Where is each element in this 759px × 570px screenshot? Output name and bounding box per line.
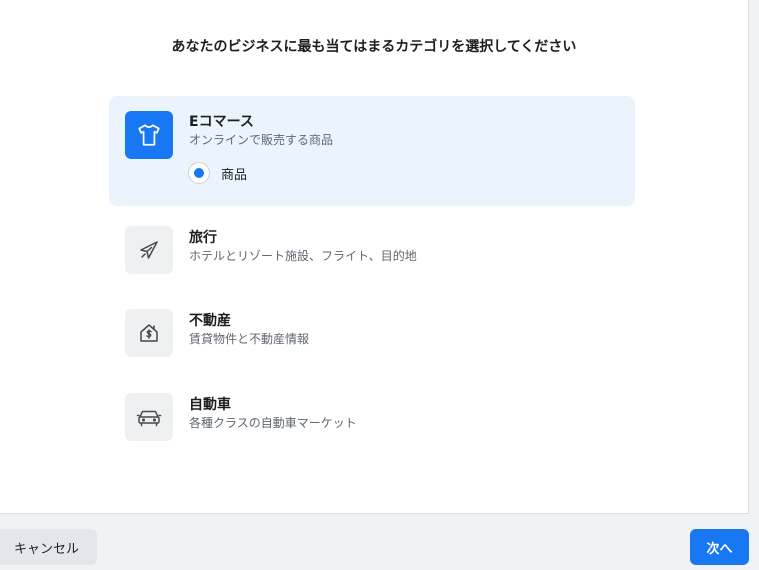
dialog-title: あなたのビジネスに最も当てはまるカテゴリを選択してください	[171, 39, 577, 55]
category-option-travel[interactable]: 旅行 ホテルとリゾート施設、フライト、目的地	[109, 222, 635, 278]
radio-selected-dot	[194, 168, 204, 178]
option-title: 旅行	[189, 230, 217, 246]
car-icon	[125, 393, 173, 441]
option-title: Eコマース	[189, 114, 254, 130]
category-dialog: あなたのビジネスに最も当てはまるカテゴリを選択してください Eコマース オンライ…	[0, 0, 749, 514]
category-option-real-estate[interactable]: 不動産 賃貸物件と不動産情報	[109, 305, 635, 361]
radio-label: 商品	[221, 167, 248, 183]
house-dollar-icon	[125, 309, 173, 357]
option-description: 賃貸物件と不動産情報	[189, 332, 310, 346]
airplane-icon	[125, 226, 173, 274]
t-shirt-icon	[125, 111, 173, 159]
option-description: 各種クラスの自動車マーケット	[189, 416, 357, 430]
category-option-automotive[interactable]: 自動車 各種クラスの自動車マーケット	[109, 389, 635, 445]
option-description: ホテルとリゾート施設、フライト、目的地	[189, 249, 417, 263]
category-option-ecommerce[interactable]: Eコマース オンラインで販売する商品 商品	[109, 96, 635, 206]
option-description: オンラインで販売する商品	[189, 133, 334, 147]
cancel-button[interactable]: キャンセル	[0, 529, 97, 565]
option-title: 自動車	[189, 397, 231, 413]
radio-button[interactable]	[188, 162, 210, 184]
next-button[interactable]: 次へ	[690, 529, 749, 565]
radio-option-products[interactable]: 商品	[188, 162, 247, 184]
option-title: 不動産	[189, 313, 231, 329]
